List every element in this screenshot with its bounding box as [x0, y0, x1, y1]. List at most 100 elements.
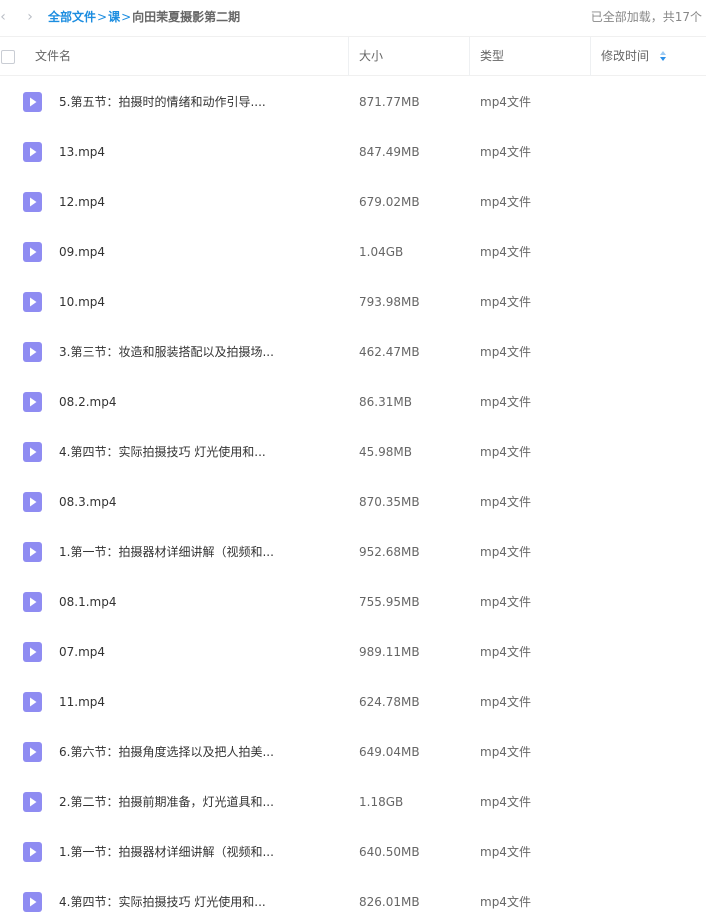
- file-type: mp4文件: [480, 395, 531, 409]
- file-name[interactable]: 2.第二节：拍摄前期准备，灯光道具和...: [59, 794, 274, 810]
- file-name[interactable]: 09.mp4: [59, 244, 105, 260]
- table-row[interactable]: 13.mp4 847.49MB mp4文件: [0, 127, 706, 177]
- file-size: 1.18GB: [359, 795, 404, 809]
- column-divider[interactable]: [590, 37, 591, 76]
- table-row[interactable]: 08.3.mp4 870.35MB mp4文件: [0, 477, 706, 527]
- breadcrumb: 全部文件>课>向田茉夏摄影第二期: [48, 9, 240, 25]
- file-size: 871.77MB: [359, 95, 420, 109]
- file-name[interactable]: 6.第六节：拍摄角度选择以及把人拍美...: [59, 744, 274, 760]
- file-name[interactable]: 5.第五节：拍摄时的情绪和动作引导....: [59, 94, 266, 110]
- file-type: mp4文件: [480, 845, 531, 859]
- file-type: mp4文件: [480, 545, 531, 559]
- file-size: 624.78MB: [359, 695, 420, 709]
- file-type: mp4文件: [480, 645, 531, 659]
- video-file-icon: [23, 492, 42, 512]
- file-size: 45.98MB: [359, 445, 412, 459]
- file-name[interactable]: 4.第四节：实际拍摄技巧 灯光使用和...: [59, 894, 266, 910]
- file-name[interactable]: 08.1.mp4: [59, 594, 116, 610]
- file-type: mp4文件: [480, 345, 531, 359]
- file-name[interactable]: 07.mp4: [59, 644, 105, 660]
- file-name[interactable]: 10.mp4: [59, 294, 105, 310]
- file-name[interactable]: 3.第三节：妆造和服装搭配以及拍摄场...: [59, 344, 274, 360]
- breadcrumb-level1[interactable]: 课: [108, 10, 120, 24]
- table-row[interactable]: 08.1.mp4 755.95MB mp4文件: [0, 577, 706, 627]
- file-size: 462.47MB: [359, 345, 420, 359]
- file-type: mp4文件: [480, 445, 531, 459]
- file-name[interactable]: 4.第四节：实际拍摄技巧 灯光使用和...: [59, 444, 266, 460]
- video-file-icon: [23, 542, 42, 562]
- breadcrumb-current: 向田茉夏摄影第二期: [132, 10, 241, 24]
- file-size: 679.02MB: [359, 195, 420, 209]
- file-type: mp4文件: [480, 895, 531, 909]
- column-header-size[interactable]: 大小: [359, 37, 383, 76]
- column-header-type[interactable]: 类型: [480, 37, 504, 76]
- video-file-icon: [23, 592, 42, 612]
- table-row[interactable]: 2.第二节：拍摄前期准备，灯光道具和... 1.18GB mp4文件: [0, 777, 706, 827]
- file-size: 826.01MB: [359, 895, 420, 909]
- toolbar: ‹ › 全部文件>课>向田茉夏摄影第二期 已全部加载，共17个: [0, 0, 706, 34]
- file-type: mp4文件: [480, 245, 531, 259]
- file-name[interactable]: 12.mp4: [59, 194, 105, 210]
- file-size: 793.98MB: [359, 295, 420, 309]
- video-file-icon: [23, 392, 42, 412]
- video-file-icon: [23, 192, 42, 212]
- table-row[interactable]: 4.第四节：实际拍摄技巧 灯光使用和... 826.01MB mp4文件: [0, 877, 706, 917]
- file-name[interactable]: 08.2.mp4: [59, 394, 116, 410]
- table-row[interactable]: 1.第一节：拍摄器材详细讲解（视频和... 640.50MB mp4文件: [0, 827, 706, 877]
- table-row[interactable]: 10.mp4 793.98MB mp4文件: [0, 277, 706, 327]
- file-name[interactable]: 13.mp4: [59, 144, 105, 160]
- table-header: 文件名 大小 类型 修改时间: [0, 36, 706, 76]
- file-size: 870.35MB: [359, 495, 420, 509]
- video-file-icon: [23, 292, 42, 312]
- file-name[interactable]: 08.3.mp4: [59, 494, 116, 510]
- table-row[interactable]: 11.mp4 624.78MB mp4文件: [0, 677, 706, 727]
- video-file-icon: [23, 842, 42, 862]
- column-divider[interactable]: [469, 37, 470, 76]
- video-file-icon: [23, 692, 42, 712]
- select-all-checkbox[interactable]: [1, 50, 15, 64]
- file-name[interactable]: 1.第一节：拍摄器材详细讲解（视频和...: [59, 844, 274, 860]
- video-file-icon: [23, 92, 42, 112]
- video-file-icon: [23, 642, 42, 662]
- table-row[interactable]: 3.第三节：妆造和服装搭配以及拍摄场... 462.47MB mp4文件: [0, 327, 706, 377]
- file-name[interactable]: 11.mp4: [59, 694, 105, 710]
- table-row[interactable]: 07.mp4 989.11MB mp4文件: [0, 627, 706, 677]
- table-row[interactable]: 1.第一节：拍摄器材详细讲解（视频和... 952.68MB mp4文件: [0, 527, 706, 577]
- column-header-name[interactable]: 文件名: [35, 37, 71, 76]
- file-name[interactable]: 1.第一节：拍摄器材详细讲解（视频和...: [59, 544, 274, 560]
- file-type: mp4文件: [480, 295, 531, 309]
- breadcrumb-separator: >: [121, 10, 132, 24]
- table-row[interactable]: 5.第五节：拍摄时的情绪和动作引导.... 871.77MB mp4文件: [0, 77, 706, 127]
- file-type: mp4文件: [480, 745, 531, 759]
- video-file-icon: [23, 792, 42, 812]
- video-file-icon: [23, 342, 42, 362]
- file-size: 755.95MB: [359, 595, 420, 609]
- column-header-modified[interactable]: 修改时间: [601, 37, 667, 76]
- column-header-modified-label: 修改时间: [601, 49, 650, 63]
- column-divider[interactable]: [348, 37, 349, 76]
- file-type: mp4文件: [480, 145, 531, 159]
- file-type: mp4文件: [480, 795, 531, 809]
- file-list: 5.第五节：拍摄时的情绪和动作引导.... 871.77MB mp4文件 13.mp4…: [0, 77, 706, 917]
- table-row[interactable]: 4.第四节：实际拍摄技巧 灯光使用和... 45.98MB mp4文件: [0, 427, 706, 477]
- file-size: 952.68MB: [359, 545, 420, 559]
- table-row[interactable]: 09.mp4 1.04GB mp4文件: [0, 227, 706, 277]
- table-row[interactable]: 08.2.mp4 86.31MB mp4文件: [0, 377, 706, 427]
- chevron-left-icon[interactable]: ‹: [0, 9, 10, 25]
- chevron-right-icon[interactable]: ›: [23, 9, 37, 25]
- breadcrumb-separator: >: [97, 10, 108, 24]
- table-row[interactable]: 12.mp4 679.02MB mp4文件: [0, 177, 706, 227]
- table-row[interactable]: 6.第六节：拍摄角度选择以及把人拍美... 649.04MB mp4文件: [0, 727, 706, 777]
- video-file-icon: [23, 442, 42, 462]
- video-file-icon: [23, 142, 42, 162]
- file-size: 989.11MB: [359, 645, 420, 659]
- file-type: mp4文件: [480, 195, 531, 209]
- load-status: 已全部加载，共17个: [590, 10, 702, 24]
- file-size: 86.31MB: [359, 395, 412, 409]
- file-size: 649.04MB: [359, 745, 420, 759]
- file-type: mp4文件: [480, 695, 531, 709]
- sort-arrows-icon[interactable]: [659, 50, 667, 62]
- breadcrumb-root[interactable]: 全部文件: [48, 10, 96, 24]
- file-size: 847.49MB: [359, 145, 420, 159]
- video-file-icon: [23, 242, 42, 262]
